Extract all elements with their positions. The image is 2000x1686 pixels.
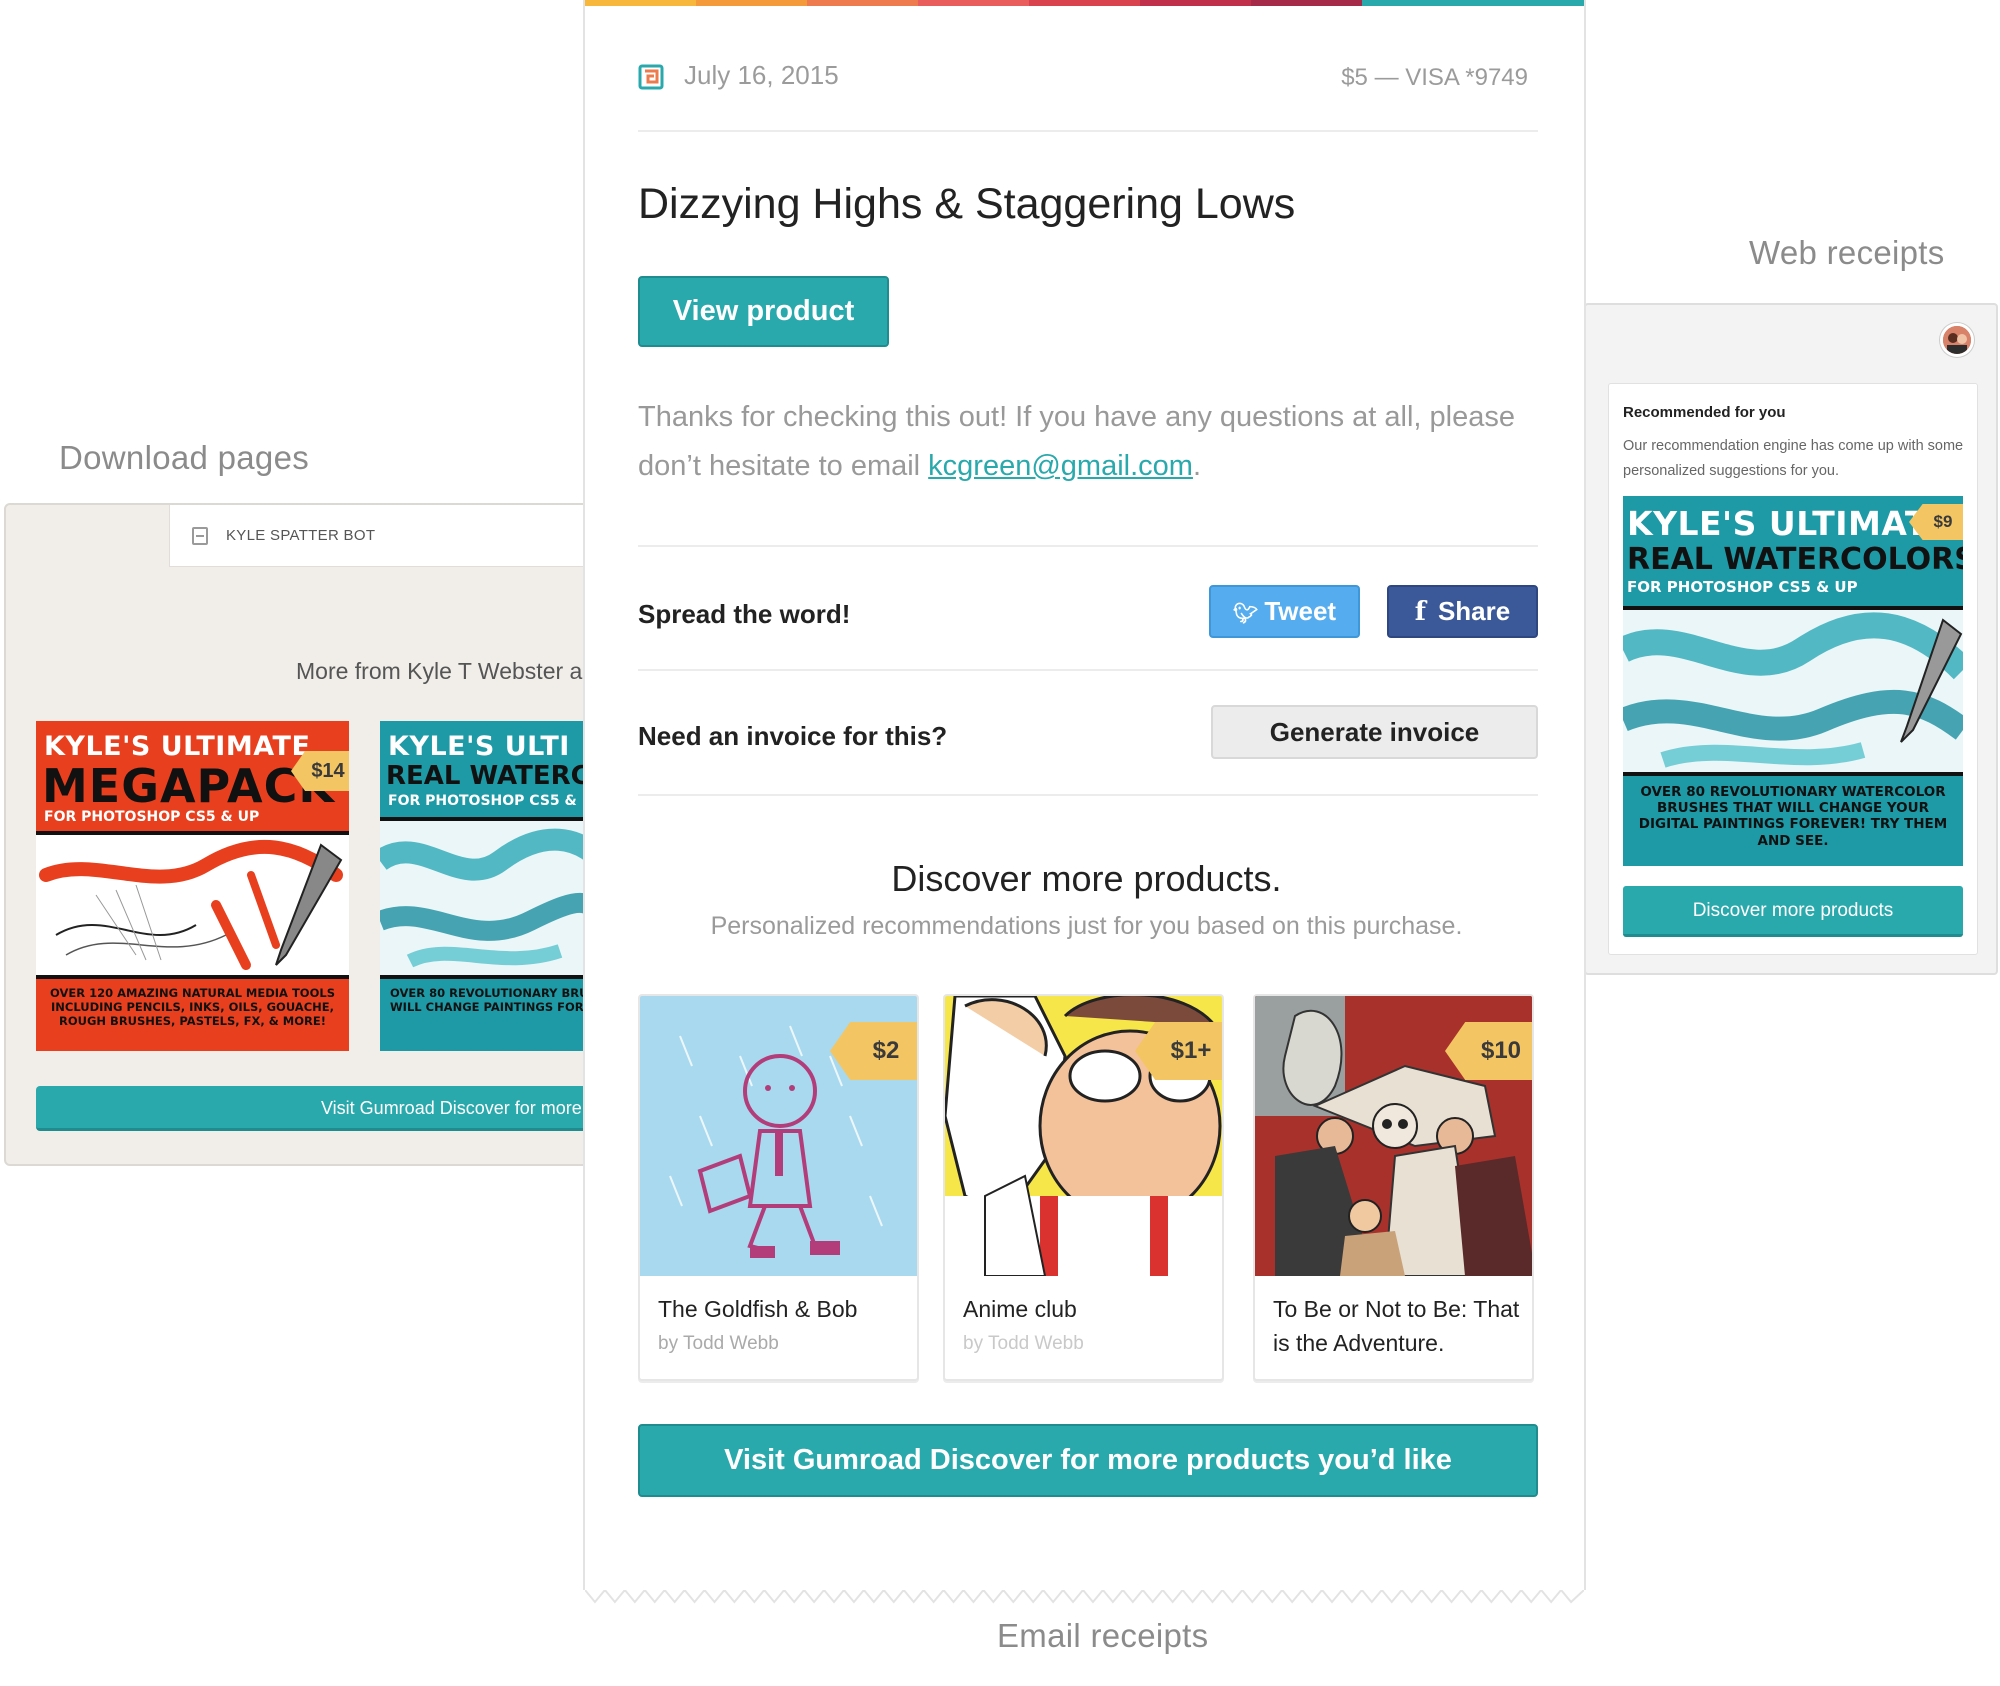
user-avatar-icon[interactable] [1940,323,1974,357]
cover-title-line1: KYLE'S ULTI [388,731,570,762]
gumroad-logo-icon [638,64,664,90]
cover-art [36,831,349,979]
cover-footer: OVER 80 REVOLUTIONARY BRUSHES THAT WILL … [390,986,602,1014]
recommended-title: Recommended for you [1623,404,1786,421]
recommendation-panel: Recommended for you Our recommendation e… [1608,383,1978,955]
web-receipts-label: Web receipts [1749,234,1945,271]
web-receipt-preview: Recommended for you Our recommendation e… [1584,303,1998,975]
visit-discover-button[interactable]: Visit Gumroad Discover for more [36,1086,602,1131]
download-page-preview: KYLE SPATTER BOT More from Kyle T Webste… [4,503,604,1166]
spread-label: Spread the word! [638,599,851,629]
facebook-f-icon: f [1414,597,1426,627]
creator-email-link[interactable]: kcgreen@gmail.com [928,450,1193,482]
tweet-label: Tweet [1264,596,1337,626]
recommendation-name: To Be or Not to Be: That is the Adventur… [1273,1296,1520,1356]
cover-art [1623,606,1963,776]
product-cover-megapack[interactable]: KYLE'S ULTIMATE MEGAPACK FOR PHOTOSHOP C… [36,721,349,1051]
product-cover-watercolors[interactable]: KYLE'S ULTIMATE REAL WATERCOLORS FOR PHO… [1623,496,1963,866]
product-image: $1+ [945,996,1222,1276]
document-icon [192,526,208,545]
recommendation-card[interactable]: $2 The Goldfish & Bob by Todd Webb [638,994,919,1381]
recommendation-author: by Todd Webb [963,1333,1084,1354]
email-receipts-label: Email receipts [997,1617,1209,1654]
visit-discover-button[interactable]: Visit Gumroad Discover for more products… [638,1424,1538,1497]
product-cover-watercolors[interactable]: KYLE'S ULTI REAL WATERC FOR PHOTOSHOP CS… [380,721,602,1051]
recommendation-name: The Goldfish & Bob [658,1296,858,1322]
cover-art [380,817,602,979]
cover-title-line1: KYLE'S ULTIMATE [1627,504,1951,543]
share-label: Share [1437,596,1511,626]
cover-footer: OVER 120 AMAZING NATURAL MEDIA TOOLS INC… [50,986,335,1028]
torn-edge [585,1590,1584,1604]
cover-footer: OVER 80 REVOLUTIONARY WATERCOLOR BRUSHES… [1638,784,1948,849]
cover-title-line2: REAL WATERC [386,761,590,791]
thanks-message: Thanks for checking this out! If you hav… [638,393,1518,491]
cover-title-line3: FOR PHOTOSHOP CS5 & UP [44,809,260,825]
rainbow-stripe [585,0,1584,6]
recommendation-card[interactable]: $10 To Be or Not to Be: That is the Adve… [1253,994,1534,1381]
cover-title-line2: REAL WATERCOLORS [1627,542,1963,577]
spread-row: Spread the word! 🐦︎ Tweet f Share [638,545,1538,670]
recommendation-card[interactable]: $1+ Anime club by Todd Webb [943,994,1224,1381]
generate-invoice-button[interactable]: Generate invoice [1211,705,1538,759]
cover-title-line1: KYLE'S ULTIMATE [44,731,311,762]
product-image: $2 [640,996,917,1276]
more-from-heading: More from Kyle T Webster a [296,658,583,684]
twitter-bird-icon: 🐦︎ [1232,603,1259,625]
recommendation-author: by Todd Webb [658,1333,779,1354]
recommended-description: Our recommendation engine has come up wi… [1623,438,1964,479]
seller-name: KYLE SPATTER BOT [226,527,376,544]
discover-title: Discover more products. [891,858,1282,899]
divider [638,794,1538,796]
discover-more-button[interactable]: Discover more products [1623,886,1963,937]
share-button[interactable]: f Share [1387,585,1538,638]
receipt-header: July 16, 2015 $5 — VISA *9749 [638,58,1538,132]
download-pages-label: Download pages [59,439,310,476]
receipt-date: July 16, 2015 [684,60,839,90]
invoice-row: Need an invoice for this? Generate invoi… [638,669,1538,794]
recommendation-name: Anime club [963,1296,1077,1322]
discover-subtitle: Personalized recommendations just for yo… [710,912,1463,940]
product-image: $10 [1255,996,1532,1276]
seller-bar: KYLE SPATTER BOT [169,505,602,567]
invoice-label: Need an invoice for this? [638,721,948,751]
email-receipt-preview: July 16, 2015 $5 — VISA *9749 Dizzying H… [583,0,1586,1604]
cover-title-line3: FOR PHOTOSHOP CS5 & [388,793,577,809]
tweet-button[interactable]: 🐦︎ Tweet [1209,585,1360,638]
cover-title-line3: FOR PHOTOSHOP CS5 & UP [1627,578,1858,596]
view-product-button[interactable]: View product [638,276,889,347]
product-title: Dizzying Highs & Staggering Lows [638,180,1296,228]
cover-title-line2: MEGAPACK [42,759,336,813]
receipt-charge: $5 — VISA *9749 [1341,64,1528,91]
thanks-end: . [1192,450,1201,482]
